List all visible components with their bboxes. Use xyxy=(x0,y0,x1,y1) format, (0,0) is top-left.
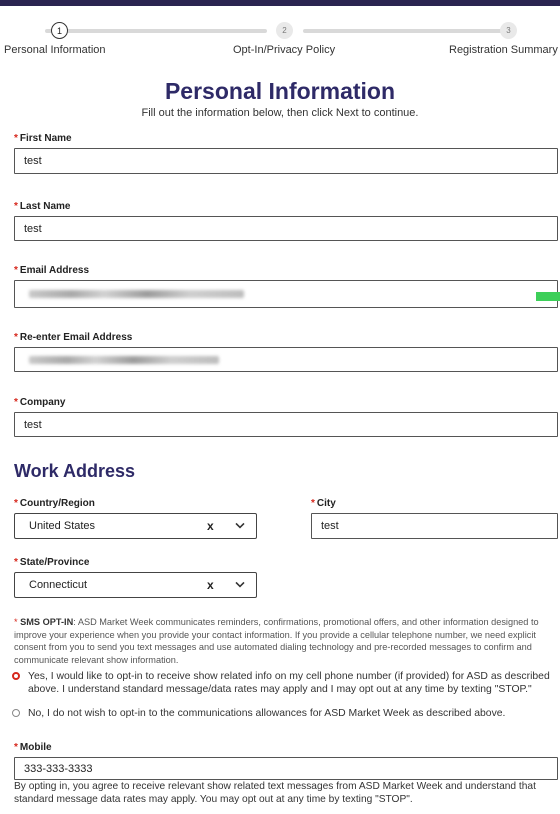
state-value: Connecticut xyxy=(29,579,88,591)
clear-icon[interactable]: x xyxy=(207,519,214,533)
required-marker: * xyxy=(14,557,18,568)
company-label: * Company xyxy=(14,397,66,408)
country-value: United States xyxy=(29,520,96,532)
redacted-email-confirm xyxy=(29,355,219,364)
step-3-circle: 3 xyxy=(500,22,517,39)
sms-opt-in-yes-label: Yes, I would like to opt-in to receive s… xyxy=(28,671,550,695)
top-accent-bar xyxy=(0,0,560,6)
required-marker: * xyxy=(14,617,18,627)
mobile-label: * Mobile xyxy=(14,742,52,753)
step-1-label: Personal Information xyxy=(4,44,106,56)
chevron-down-icon[interactable] xyxy=(234,578,246,590)
country-select[interactable]: United States x xyxy=(14,513,257,539)
required-marker: * xyxy=(14,201,18,212)
progress-stepper: 1 2 3 Personal Information Opt-In/Privac… xyxy=(0,16,560,60)
last-name-field[interactable]: test xyxy=(14,216,558,241)
mobile-field[interactable]: 333-333-3333 xyxy=(14,757,558,780)
sms-opt-in-no-label: No, I do not wish to opt-in to the commu… xyxy=(28,708,506,719)
required-marker: * xyxy=(14,133,18,144)
last-name-label: * Last Name xyxy=(14,201,71,212)
sms-opt-in-description: * SMS OPT-IN: ASD Market Week communicat… xyxy=(14,616,554,666)
stepper-line-2 xyxy=(303,29,502,33)
step-3-label: Registration Summary xyxy=(449,44,558,56)
validation-indicator xyxy=(536,292,560,301)
page-title: Personal Information xyxy=(164,78,396,104)
sms-opt-in-heading: SMS OPT-IN xyxy=(20,617,74,627)
step-2-label: Opt-In/Privacy Policy xyxy=(233,44,336,56)
clear-icon[interactable]: x xyxy=(207,578,214,592)
email-confirm-field[interactable] xyxy=(14,347,558,372)
sms-opt-in-no[interactable]: No, I do not wish to opt-in to the commu… xyxy=(12,708,558,722)
step-1-circle: 1 xyxy=(51,22,68,39)
step-2-circle: 2 xyxy=(276,22,293,39)
sms-consent-footer: By opting in, you agree to receive relev… xyxy=(14,781,536,805)
first-name-label: * First Name xyxy=(14,133,72,144)
required-marker: * xyxy=(14,397,18,408)
required-marker: * xyxy=(14,498,18,509)
required-marker: * xyxy=(14,265,18,276)
city-label: * City xyxy=(311,498,336,509)
radio-unselected-icon[interactable] xyxy=(12,709,20,717)
email-confirm-label: * Re-enter Email Address xyxy=(14,332,133,343)
required-marker: * xyxy=(311,498,315,509)
stepper-line-1 xyxy=(45,29,267,33)
work-address-title: Work Address xyxy=(14,461,136,481)
sms-opt-in-text: : ASD Market Week communicates reminders… xyxy=(14,617,539,665)
required-marker: * xyxy=(14,332,18,343)
email-label: * Email Address xyxy=(14,265,90,276)
page-subtitle: Fill out the information below, then cli… xyxy=(141,107,419,119)
email-field[interactable] xyxy=(14,280,558,308)
state-label: * State/Province xyxy=(14,557,90,568)
country-label: * Country/Region xyxy=(14,498,95,509)
chevron-down-icon[interactable] xyxy=(234,519,246,531)
required-marker: * xyxy=(14,742,18,753)
company-field[interactable]: test xyxy=(14,412,558,437)
sms-opt-in-yes[interactable]: Yes, I would like to opt-in to receive s… xyxy=(12,671,558,697)
redacted-email xyxy=(29,290,244,298)
radio-selected-icon[interactable] xyxy=(12,672,20,680)
state-select[interactable]: Connecticut x xyxy=(14,572,257,598)
first-name-field[interactable]: test xyxy=(14,148,558,174)
city-field[interactable]: test xyxy=(311,513,558,539)
